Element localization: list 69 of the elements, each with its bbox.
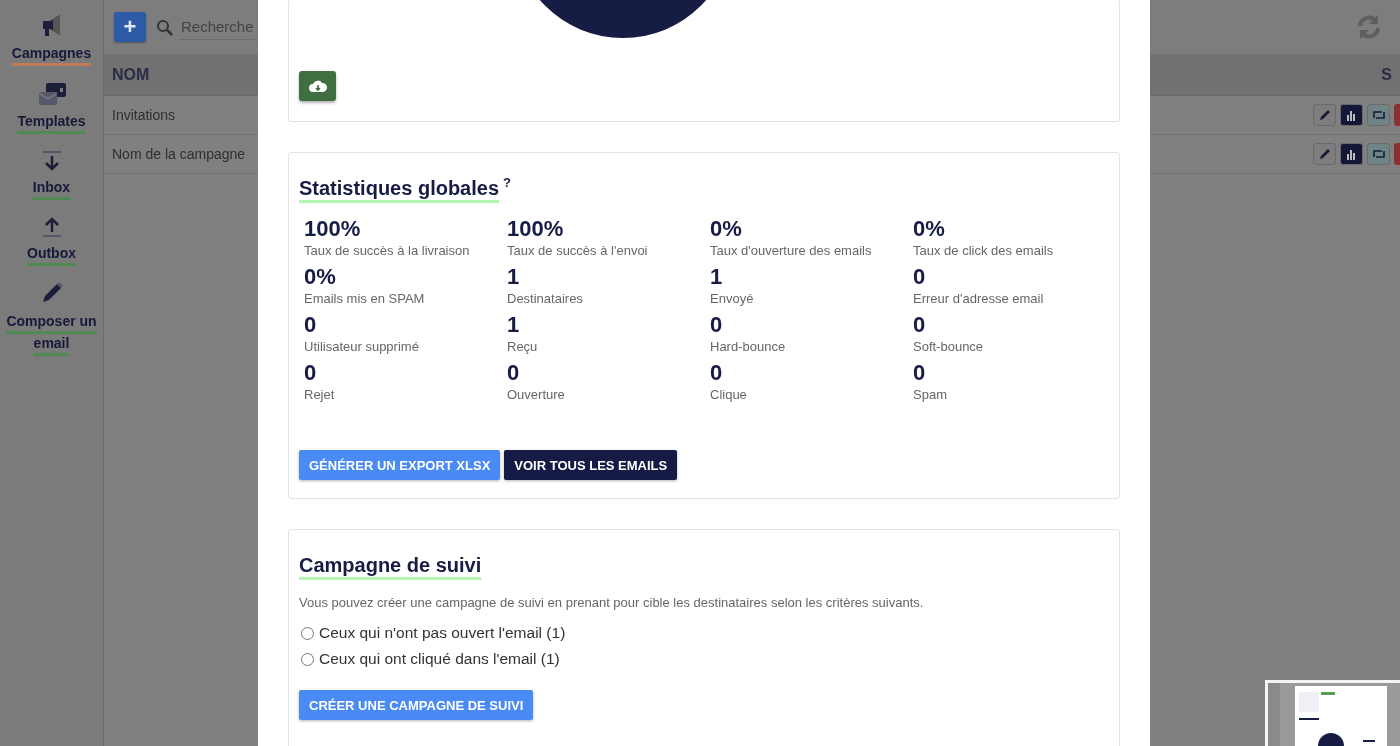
download-button[interactable]	[299, 71, 336, 101]
stat-label: Spam	[913, 386, 948, 404]
stat-label: Clique	[710, 386, 748, 404]
stat-label: Taux de succès à la livraison	[304, 242, 471, 260]
repeat-icon	[1371, 108, 1386, 122]
column-header: S	[1381, 66, 1392, 84]
stat-label: Taux de succès à l'envoi	[507, 242, 649, 260]
stat-value: 0	[304, 360, 318, 386]
stat-value: 1	[710, 264, 724, 290]
repeat-icon	[1371, 147, 1386, 161]
repeat-button[interactable]	[1367, 104, 1390, 126]
stat-label: Emails mis en SPAM	[304, 290, 426, 308]
sidebar-item[interactable]: Inbox	[1, 150, 102, 198]
radio-label[interactable]: Ceux qui n'ont pas ouvert l'email (1)	[319, 624, 566, 642]
sidebar-item[interactable]: Templates	[1, 82, 102, 132]
stat-value: 100%	[304, 216, 362, 242]
stat-value: 0	[507, 360, 521, 386]
stat-label: Rejet	[304, 386, 336, 404]
stat-label: Soft-bounce	[913, 338, 985, 356]
cloud-download-icon	[307, 79, 328, 93]
stat-label: Erreur d'adresse email	[913, 290, 1045, 308]
export-button[interactable]: GÉNÉRER UN EXPORT XLSX	[299, 450, 501, 480]
stat-label: Hard-bounce	[710, 338, 787, 356]
refresh-icon	[1356, 14, 1382, 40]
stat-value: 0%	[304, 264, 337, 290]
table-cell: Invitations	[112, 107, 176, 123]
search-icon	[156, 18, 173, 36]
stat-value: 0	[913, 312, 927, 338]
stat-value: 0	[913, 360, 927, 386]
stat-label: Taux d'ouverture des emails	[710, 242, 873, 260]
stat-label: Reçu	[507, 338, 539, 356]
help-mark[interactable]: ?	[503, 175, 511, 190]
envelope-icon	[37, 82, 66, 106]
pencil-icon	[1317, 108, 1332, 122]
sidebar-item[interactable]: Composer un email	[1, 282, 102, 354]
section-title: Campagne de suivi	[299, 554, 482, 577]
upload-arrow-icon	[41, 216, 62, 238]
column-header: NOM	[112, 66, 150, 84]
stat-value: 0	[913, 264, 927, 290]
stat-label: Utilisateur supprimé	[304, 338, 420, 356]
stats-button[interactable]	[1340, 143, 1363, 165]
stat-value: 1	[507, 312, 521, 338]
sidebar-item[interactable]: Outbox	[1, 216, 102, 264]
stats-button[interactable]	[1340, 104, 1363, 126]
description-text: Vous pouvez créer une campagne de suivi en prenant pour cible les destinataires selon les critères suivants.	[299, 595, 925, 610]
add-button[interactable]: +	[114, 12, 146, 42]
stat-label: Destinataires	[507, 290, 584, 308]
edit-button[interactable]	[1313, 104, 1336, 126]
stat-value: 100%	[507, 216, 565, 242]
section-title: Statistiques globales	[299, 177, 500, 200]
stat-label: Taux de click des emails	[913, 242, 1055, 260]
stat-value: 0%	[913, 216, 946, 242]
sidebar-item[interactable]: Campagnes	[1, 14, 102, 64]
stat-value: 0	[710, 312, 724, 338]
search-field[interactable]: Recherche	[179, 14, 255, 40]
repeat-button[interactable]	[1367, 143, 1390, 165]
stat-label: Envoyé	[710, 290, 755, 308]
stat-value: 0	[710, 360, 724, 386]
stat-value: 0	[304, 312, 318, 338]
edit-button[interactable]	[1313, 143, 1336, 165]
create-follow-up-button[interactable]: CRÉER UNE CAMPAGNE DE SUIVI	[299, 690, 534, 720]
stat-label: Ouverture	[507, 386, 566, 404]
radio-label[interactable]: Ceux qui ont cliqué dans l'email (1)	[319, 650, 560, 668]
download-arrow-icon	[41, 150, 62, 172]
stat-value: 1	[507, 264, 521, 290]
stat-value: 0%	[710, 216, 743, 242]
pencil-icon	[1317, 147, 1332, 161]
view-emails-button[interactable]: VOIR TOUS LES EMAILS	[504, 450, 678, 480]
table-cell: Nom de la campagne	[112, 146, 246, 162]
